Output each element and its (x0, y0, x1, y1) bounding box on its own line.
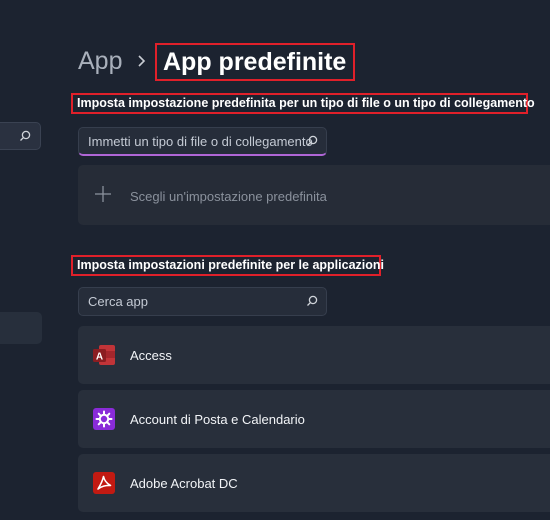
app-name: Adobe Acrobat DC (130, 476, 238, 491)
sidebar-item-selected[interactable] (0, 312, 42, 344)
svg-text:A: A (96, 351, 103, 362)
search-icon (305, 294, 319, 313)
app-name: Access (130, 348, 172, 363)
app-row-mail-calendar[interactable]: Account di Posta e Calendario (78, 390, 550, 448)
app-search-placeholder: Cerca app (88, 294, 148, 309)
apps-section-heading: Imposta impostazioni predefinite per le … (71, 255, 384, 276)
app-search-input[interactable]: Cerca app (78, 287, 327, 316)
app-name: Account di Posta e Calendario (130, 412, 305, 427)
filetype-search-value: Immetti un tipo di file o di collegament… (88, 134, 313, 149)
filetype-search-input[interactable]: Immetti un tipo di file o di collegament… (78, 127, 327, 156)
filetype-section-heading: Imposta impostazione predefinita per un … (71, 93, 535, 114)
choose-default-label: Scegli un'impostazione predefinita (130, 189, 327, 204)
chevron-right-icon (136, 54, 146, 73)
page-title: App predefinite (155, 43, 355, 81)
gear-icon (92, 407, 116, 431)
search-icon (18, 129, 32, 148)
breadcrumb-root[interactable]: App (78, 47, 122, 76)
search-icon (305, 134, 319, 153)
plus-icon (94, 185, 112, 208)
acrobat-icon (92, 471, 116, 495)
sidebar-search-box[interactable] (0, 122, 41, 150)
app-row-access[interactable]: A Access (78, 326, 550, 384)
choose-default-button[interactable]: Scegli un'impostazione predefinita (78, 165, 550, 225)
access-icon: A (92, 343, 116, 367)
app-row-acrobat[interactable]: Adobe Acrobat DC (78, 454, 550, 512)
